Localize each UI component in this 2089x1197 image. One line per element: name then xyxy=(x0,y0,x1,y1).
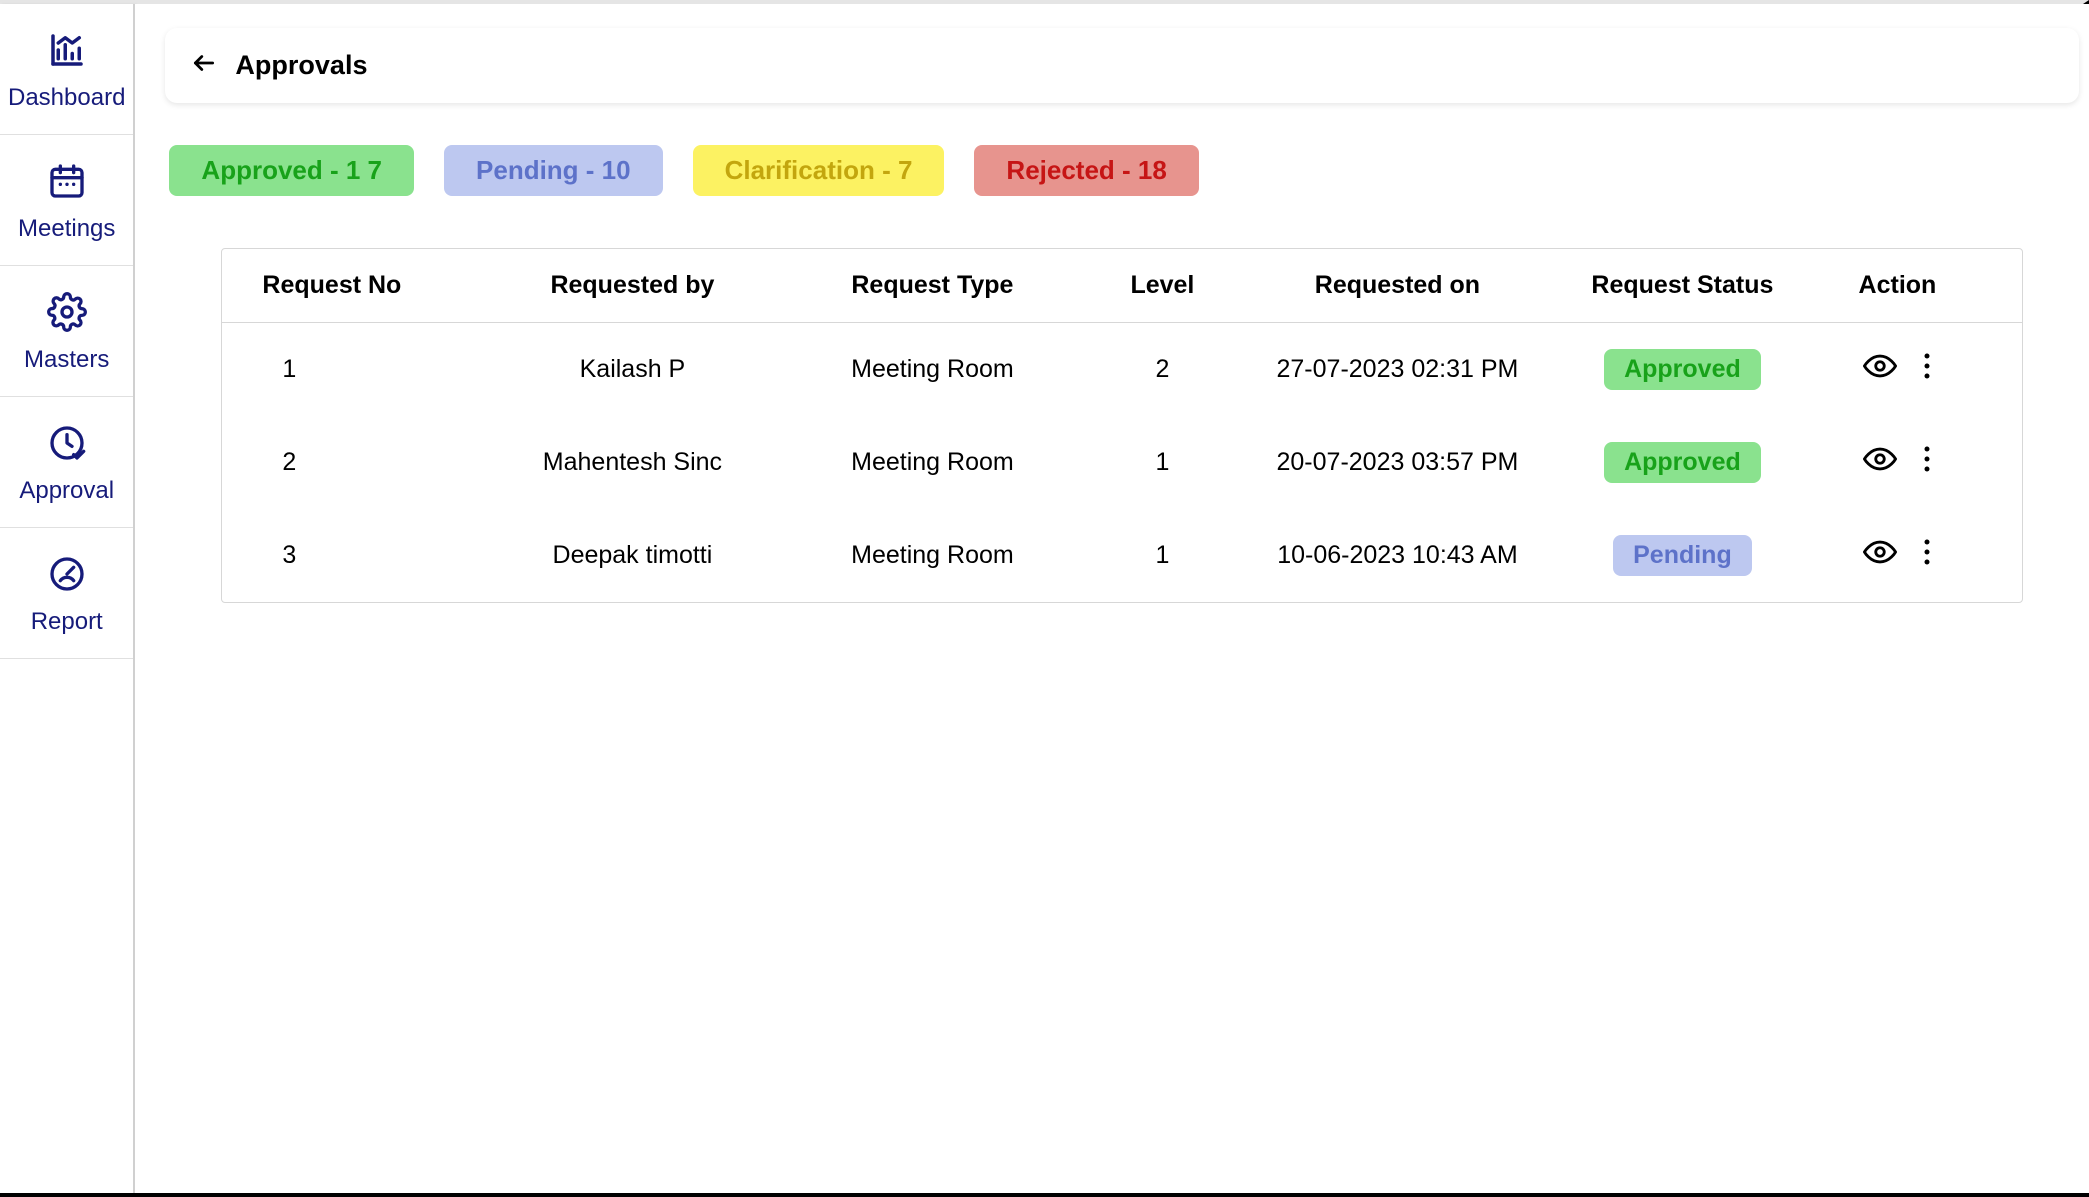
status-badge: Pending xyxy=(1613,535,1752,576)
col-request-type: Request Type xyxy=(782,271,1082,300)
page-header: Approvals xyxy=(165,28,2079,103)
sidebar-item-masters[interactable]: Masters xyxy=(0,266,133,397)
requests-table: Request No Requested by Request Type Lev… xyxy=(221,248,2023,603)
status-badge: Approved xyxy=(1604,349,1761,390)
more-options-icon[interactable] xyxy=(1923,537,1931,574)
cell-status: Pending xyxy=(1552,535,1812,576)
cell-level: 1 xyxy=(1082,448,1242,477)
cell-level: 2 xyxy=(1082,355,1242,384)
sidebar-item-label: Masters xyxy=(24,346,109,374)
sidebar-item-approval[interactable]: Approval xyxy=(0,397,133,528)
clock-check-icon xyxy=(47,421,87,465)
cell-request-type: Meeting Room xyxy=(782,541,1082,570)
cell-actions xyxy=(1812,535,1982,576)
filter-clarification[interactable]: Clarification - 7 xyxy=(693,145,945,196)
sidebar-item-label: Meetings xyxy=(18,215,115,243)
cell-status: Approved xyxy=(1552,349,1812,390)
table-header: Request No Requested by Request Type Lev… xyxy=(222,249,2022,323)
view-icon[interactable] xyxy=(1863,535,1897,576)
col-level: Level xyxy=(1082,271,1242,300)
cell-level: 1 xyxy=(1082,541,1242,570)
table-body: 1Kailash PMeeting Room227-07-2023 02:31 … xyxy=(222,323,2022,602)
more-options-icon[interactable] xyxy=(1923,351,1931,388)
more-options-icon[interactable] xyxy=(1923,444,1931,481)
cell-request-no: 1 xyxy=(262,355,482,384)
cell-request-type: Meeting Room xyxy=(782,355,1082,384)
sidebar: Dashboard Meetings xyxy=(0,4,135,1193)
col-request-status: Request Status xyxy=(1552,271,1812,300)
table-row: 3Deepak timottiMeeting Room110-06-2023 1… xyxy=(222,509,2022,602)
filter-clarification-label: Clarification - 7 xyxy=(725,155,913,185)
filter-rejected[interactable]: Rejected - 18 xyxy=(974,145,1198,196)
table-row: 1Kailash PMeeting Room227-07-2023 02:31 … xyxy=(222,323,2022,416)
status-filter-bar: Approved - 1 7 Pending - 10 Clarificatio… xyxy=(165,145,2079,196)
col-requested-on: Requested on xyxy=(1242,271,1552,300)
col-requested-by: Requested by xyxy=(482,271,782,300)
table-row: 2Mahentesh SincMeeting Room120-07-2023 0… xyxy=(222,416,2022,509)
sidebar-item-label: Report xyxy=(31,608,103,636)
sidebar-item-meetings[interactable]: Meetings xyxy=(0,135,133,266)
status-badge: Approved xyxy=(1604,442,1761,483)
calendar-icon xyxy=(47,159,87,203)
filter-approved-label: Approved - 1 7 xyxy=(201,155,382,185)
cell-actions xyxy=(1812,442,1982,483)
main-content: Approvals Approved - 1 7 Pending - 10 Cl… xyxy=(135,4,2089,1193)
sidebar-item-report[interactable]: Report xyxy=(0,528,133,659)
gauge-icon xyxy=(47,552,87,596)
cell-request-type: Meeting Room xyxy=(782,448,1082,477)
cell-request-no: 2 xyxy=(262,448,482,477)
col-request-no: Request No xyxy=(262,271,482,300)
sidebar-item-dashboard[interactable]: Dashboard xyxy=(0,4,133,135)
col-action: Action xyxy=(1812,271,1982,300)
cell-requested-on: 10-06-2023 10:43 AM xyxy=(1242,541,1552,570)
cell-requested-by: Kailash P xyxy=(482,355,782,384)
gear-icon xyxy=(47,290,87,334)
filter-approved[interactable]: Approved - 1 7 xyxy=(169,145,414,196)
view-icon[interactable] xyxy=(1863,349,1897,390)
back-arrow-icon[interactable] xyxy=(191,50,217,81)
cell-requested-by: Mahentesh Sinc xyxy=(482,448,782,477)
cell-status: Approved xyxy=(1552,442,1812,483)
app-shell: Dashboard Meetings xyxy=(0,0,2089,1197)
cell-requested-on: 27-07-2023 02:31 PM xyxy=(1242,355,1552,384)
filter-pending-label: Pending - 10 xyxy=(476,155,631,185)
view-icon[interactable] xyxy=(1863,442,1897,483)
cell-actions xyxy=(1812,349,1982,390)
sidebar-item-label: Approval xyxy=(19,477,114,505)
page-title: Approvals xyxy=(235,50,367,81)
cell-requested-by: Deepak timotti xyxy=(482,541,782,570)
cell-requested-on: 20-07-2023 03:57 PM xyxy=(1242,448,1552,477)
sidebar-item-label: Dashboard xyxy=(8,84,125,112)
filter-pending[interactable]: Pending - 10 xyxy=(444,145,663,196)
cell-request-no: 3 xyxy=(262,541,482,570)
dashboard-icon xyxy=(46,28,88,72)
filter-rejected-label: Rejected - 18 xyxy=(1006,155,1166,185)
